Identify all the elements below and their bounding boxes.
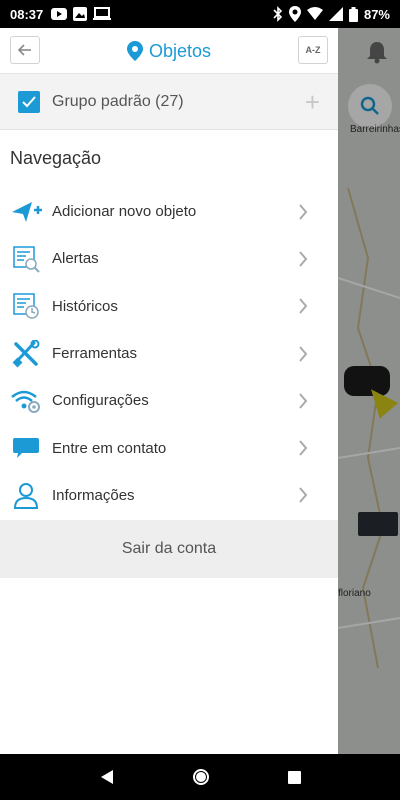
add-group-plus-icon[interactable]: +: [305, 89, 320, 115]
wifi-icon: [306, 7, 323, 20]
status-time: 08:37: [10, 6, 44, 22]
navigation-list: Adicionar novo objeto Alertas Históricos…: [0, 188, 338, 519]
system-navigation-bar: [0, 754, 400, 800]
nav-item-label: Históricos: [52, 297, 118, 315]
settings-icon: [10, 385, 42, 417]
group-checkbox[interactable]: [18, 90, 40, 113]
nav-item-settings[interactable]: Configurações: [0, 377, 338, 424]
alerts-icon: [10, 243, 42, 275]
image-icon: [73, 7, 88, 21]
drawer-header: Objetos A-Z: [0, 28, 338, 74]
navigation-heading: Navegação: [10, 148, 102, 168]
arrow-left-icon: [18, 44, 31, 56]
chevron-right-icon: [299, 440, 308, 456]
location-icon: [288, 6, 301, 22]
group-row[interactable]: Grupo padrão (27) +: [0, 74, 338, 130]
nav-item-tools[interactable]: Ferramentas: [0, 330, 338, 377]
chevron-right-icon: [299, 298, 308, 314]
nav-item-label: Entre em contato: [52, 439, 167, 457]
signal-icon: [328, 7, 343, 21]
home-circle-icon[interactable]: [192, 768, 210, 786]
user-icon: [10, 479, 42, 511]
navigation-drawer: Objetos A-Z Grupo padrão (27) + Navegaçã…: [0, 28, 338, 754]
back-button[interactable]: [10, 36, 40, 64]
drawer-title-text: Objetos: [148, 40, 212, 61]
location-pin-icon: [126, 41, 143, 61]
recents-square-icon[interactable]: [287, 770, 302, 785]
nav-item-label: Informações: [52, 486, 135, 504]
battery-icon: [348, 6, 358, 22]
sort-az-button[interactable]: A-Z: [298, 36, 328, 64]
nav-item-contact[interactable]: Entre em contato: [0, 424, 338, 471]
laptop-icon: [93, 7, 112, 20]
map-view[interactable]: Barreirinhas floriano: [338, 28, 400, 754]
chevron-right-icon: [299, 203, 308, 220]
sort-az-label: A-Z: [305, 45, 321, 55]
youtube-icon: [51, 8, 68, 20]
nav-item-alerts[interactable]: Alertas: [0, 235, 338, 282]
chevron-right-icon: [299, 487, 308, 504]
nav-item-add-object[interactable]: Adicionar novo objeto: [0, 188, 338, 235]
nav-item-info[interactable]: Informações: [0, 472, 338, 519]
chevron-right-icon: [299, 345, 308, 362]
add-object-icon: [10, 196, 42, 228]
checkmark-icon: [22, 95, 36, 107]
chevron-right-icon: [299, 251, 308, 267]
logout-button[interactable]: Sair da conta: [0, 520, 338, 579]
nav-item-label: Ferramentas: [52, 345, 138, 363]
nav-item-label: Configurações: [52, 392, 149, 410]
tools-icon: [10, 338, 42, 370]
nav-item-history[interactable]: Históricos: [0, 283, 338, 330]
chat-icon: [10, 432, 42, 464]
bluetooth-icon: [273, 6, 283, 22]
status-bar: 08:37 87%: [0, 0, 400, 28]
nav-item-label: Alertas: [52, 250, 99, 268]
map-overlay[interactable]: [338, 28, 400, 754]
back-triangle-icon[interactable]: [99, 769, 115, 785]
chevron-right-icon: [299, 393, 308, 409]
history-icon: [10, 290, 42, 322]
drawer-title: Objetos: [0, 28, 338, 74]
group-label: Grupo padrão (27): [52, 92, 184, 110]
battery-percent: 87%: [363, 6, 390, 22]
nav-item-label: Adicionar novo objeto: [52, 203, 197, 221]
